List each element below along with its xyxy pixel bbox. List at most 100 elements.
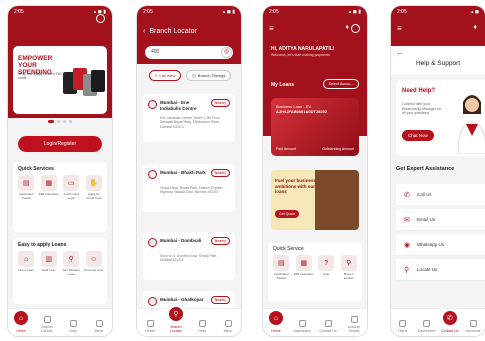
branch-card[interactable]: Mumbai - Dombvali Nearby Shop no 4, Domb… bbox=[143, 232, 235, 280]
quick-services-section: Quick Services ▤ Application Tracker ▦ EMI… bbox=[13, 162, 107, 232]
tracker-icon: ▤ bbox=[273, 255, 290, 271]
status-time: 2:05 bbox=[397, 9, 407, 15]
brand-logo-icon bbox=[351, 24, 360, 33]
loan-card[interactable]: Business Loan - EV AJH4JPAB0001A0DT25252… bbox=[271, 98, 359, 156]
nearby-badge: Nearby bbox=[210, 296, 230, 304]
tracker-icon: ▤ bbox=[18, 175, 35, 191]
page-title: Branch Locator bbox=[149, 27, 197, 35]
quick-service-item[interactable]: ▦ EMI Calculator bbox=[39, 175, 59, 200]
nav-help[interactable]: Help bbox=[193, 320, 211, 333]
carousel-dots[interactable] bbox=[8, 120, 112, 123]
quick-service-item[interactable]: ✋ Apply for Credit Card bbox=[84, 175, 104, 200]
status-bar: 2:05 ▴ ◼ ▮ bbox=[263, 6, 367, 18]
menu-icon bbox=[95, 320, 103, 327]
loan-item[interactable]: ⚲ Two Wheeler Loan bbox=[61, 251, 81, 276]
greeting: Hi, ADITYA NARULAPATIL! Welcome, let's s… bbox=[271, 46, 334, 58]
back-arrow-icon[interactable]: ← bbox=[396, 48, 404, 57]
loans-title: Easy to apply Loans bbox=[18, 242, 67, 248]
phone-dashboard: 2:05 ▴ ◼ ▮ ≡ ♦ Hi, ADITYA NARULAPATIL! W… bbox=[263, 6, 367, 336]
location-icon: ⚲ bbox=[167, 305, 185, 323]
nav-account[interactable]: Account Details bbox=[345, 316, 363, 333]
location-icon: ⚲ bbox=[340, 255, 357, 271]
hand-card-icon: ✋ bbox=[85, 175, 102, 191]
menu-icon[interactable]: ≡ bbox=[397, 24, 402, 33]
loan-item[interactable]: ⌂ Home Loan bbox=[16, 251, 36, 276]
tab-branch-timings[interactable]: ◷ Branch Timings bbox=[186, 70, 232, 81]
nearby-badge: Nearby bbox=[210, 99, 230, 107]
outstanding-amount-label: Outstanding Amount bbox=[322, 147, 354, 151]
page-header: ‹ Branch Locator bbox=[137, 18, 241, 44]
call-us-option[interactable]: ✆ Call Us bbox=[396, 184, 485, 206]
branch-icon bbox=[148, 170, 157, 179]
quick-service-item[interactable]: ⚲ Branch Locator bbox=[339, 255, 359, 280]
quick-service-item[interactable]: ▭ Credit Card Login bbox=[61, 175, 81, 200]
nav-branch-locator[interactable]: ⚲ Branch Locator bbox=[167, 305, 185, 333]
bell-icon[interactable]: ♦ bbox=[473, 24, 477, 31]
whatsapp-icon: ◉ bbox=[404, 241, 411, 249]
email-us-option[interactable]: ✉ Email Us bbox=[396, 209, 485, 231]
branch-name: Mumbai - Ene Indiabulls Centre bbox=[160, 100, 197, 111]
chat-now-button[interactable]: Chat Now bbox=[402, 130, 434, 141]
branch-address: Ground floor, Bhakti Park, Eastern Expre… bbox=[160, 186, 223, 195]
branch-address: Shop no 4, Dombivli East, Shivaji Path, … bbox=[160, 254, 218, 263]
promo-banner[interactable]: EMPOWER YOUR SPENDING Shop with Bajaj Fi… bbox=[13, 46, 107, 114]
quick-service-item[interactable]: ▤ Application Tracker bbox=[271, 255, 291, 280]
bell-icon[interactable]: ♦ bbox=[345, 24, 349, 31]
clock-icon: ◷ bbox=[192, 73, 196, 78]
mail-icon: ✉ bbox=[404, 216, 410, 224]
status-icons: ▴ ◼ ▮ bbox=[222, 9, 235, 15]
loan-item[interactable]: ☺ Personal Loan bbox=[84, 251, 104, 276]
nav-home[interactable]: ⌂ Home bbox=[12, 309, 30, 333]
expert-title: Get Expert Assistance bbox=[396, 166, 455, 172]
banner-subtitle: Shop with Bajaj Finserv EMI cards bbox=[18, 72, 62, 80]
promo-card[interactable]: Fuel your business ambitions with our lo… bbox=[271, 170, 359, 230]
quick-service-item[interactable]: ? Help bbox=[316, 255, 336, 280]
whatsapp-option[interactable]: ◉ Whatsapp Us bbox=[396, 234, 485, 256]
back-arrow-icon[interactable]: ‹ bbox=[143, 28, 145, 35]
nav-contact[interactable]: Contact Us bbox=[319, 320, 337, 333]
app-screens-showcase: 2:05 ▴ ◼ ▮ EMPOWER YOUR SPENDING Shop wi… bbox=[0, 0, 485, 341]
branch-card[interactable]: Mumbai - Ene Indiabulls Centre Nearby En… bbox=[143, 94, 235, 142]
location-icon bbox=[43, 316, 51, 323]
get-quote-button[interactable]: Get Quote bbox=[275, 210, 300, 218]
two-wheeler-icon: ⚲ bbox=[63, 251, 80, 267]
search-input[interactable]: 400 ◎ bbox=[145, 46, 233, 59]
nav-account[interactable]: Accounts bbox=[464, 320, 482, 333]
personal-loan-icon: ☺ bbox=[85, 251, 102, 267]
branch-card[interactable]: Mumbai - Bhakti Park Nearby Ground floor… bbox=[143, 164, 235, 212]
nav-menu[interactable]: Menu bbox=[219, 320, 237, 333]
account-icon bbox=[350, 316, 358, 323]
locate-me-icon[interactable]: ◎ bbox=[221, 47, 232, 58]
menu-icon[interactable]: ≡ bbox=[269, 24, 274, 33]
home-icon bbox=[399, 320, 407, 327]
phone-branch-locator: 2:05 ▴ ◼ ▮ ‹ Branch Locator 400 ◎ ≡ List … bbox=[137, 6, 241, 336]
account-select[interactable]: Select Accou... bbox=[323, 79, 359, 89]
nav-help[interactable]: Help bbox=[64, 320, 82, 333]
quick-service-item[interactable]: ▦ EMI Calculator bbox=[294, 255, 314, 280]
greeting-subtitle: Welcome, let's start making payments bbox=[271, 53, 330, 57]
branch-icon bbox=[148, 100, 157, 109]
loans-section: Easy to apply Loans ⌂ Home Loan ▥ Gold Loa… bbox=[13, 238, 107, 304]
login-register-button[interactable]: Login/Register bbox=[18, 136, 102, 152]
nav-home[interactable]: Home bbox=[141, 320, 159, 333]
phone-home: 2:05 ▴ ◼ ▮ EMPOWER YOUR SPENDING Shop wi… bbox=[8, 6, 112, 336]
nav-dashboard[interactable]: Dashboard bbox=[417, 320, 435, 333]
branch-name: Mumbai - Ghatkopar bbox=[160, 297, 204, 302]
nav-menu[interactable]: Menu bbox=[90, 320, 108, 333]
nav-branch-locator[interactable]: Branch Locator bbox=[38, 316, 56, 333]
quick-service-item[interactable]: ▤ Application Tracker bbox=[16, 175, 36, 200]
tab-list-view[interactable]: ≡ List View bbox=[149, 70, 182, 81]
nav-home[interactable]: ⌂ Home bbox=[267, 309, 285, 333]
status-bar: 2:05 ▴ ◼ ▮ bbox=[137, 6, 241, 18]
locate-us-option[interactable]: ⚲ Locate Us bbox=[396, 259, 485, 281]
loan-item[interactable]: ▥ Gold Loan bbox=[39, 251, 59, 276]
promo-title: Fuel your business ambitions with our lo… bbox=[275, 178, 317, 194]
nav-dashboard[interactable]: Dashboard bbox=[293, 320, 311, 333]
brand-logo-icon bbox=[96, 14, 105, 23]
my-loans-title: My Loans bbox=[271, 82, 295, 88]
nav-home[interactable]: Home bbox=[394, 320, 412, 333]
home-icon: ⌂ bbox=[12, 309, 30, 327]
calculator-icon: ▦ bbox=[40, 175, 57, 191]
page-title: Help & Support bbox=[415, 60, 461, 67]
nav-contact[interactable]: ✆ Contact Us bbox=[440, 309, 459, 333]
